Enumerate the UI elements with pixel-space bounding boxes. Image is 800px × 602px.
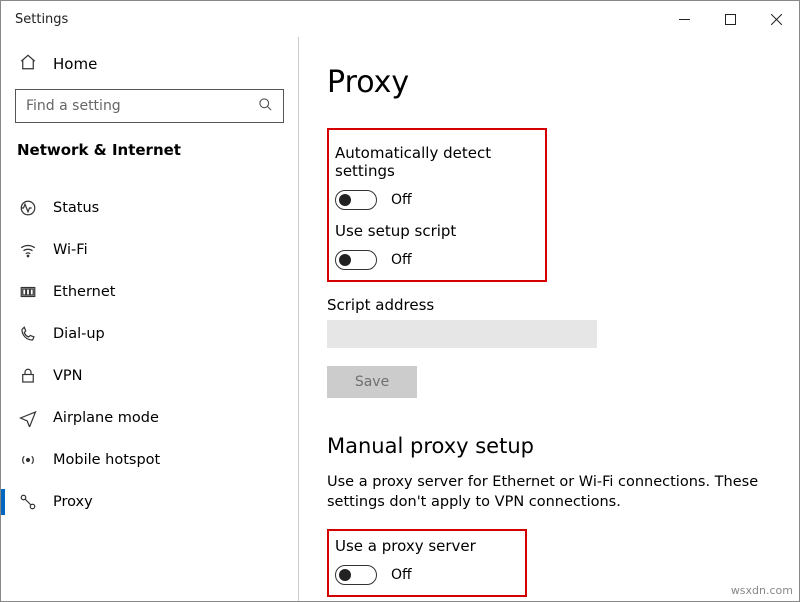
content-pane: Proxy Automatically detect settings Off … xyxy=(299,37,799,601)
auto-detect-label: Automatically detect settings xyxy=(335,144,525,180)
status-icon xyxy=(19,199,37,217)
sidebar-item-vpn[interactable]: VPN xyxy=(1,355,298,397)
sidebar-item-dialup[interactable]: Dial-up xyxy=(1,313,298,355)
sidebar-item-label: Ethernet xyxy=(53,284,115,300)
sidebar-item-proxy[interactable]: Proxy xyxy=(1,481,298,523)
script-address-input[interactable] xyxy=(327,320,597,348)
manual-setup-heading: Manual proxy setup xyxy=(327,434,771,458)
search-input[interactable] xyxy=(26,98,258,114)
use-proxy-label: Use a proxy server xyxy=(335,537,497,555)
sidebar-item-label: Dial-up xyxy=(53,326,105,342)
use-proxy-toggle[interactable] xyxy=(335,565,377,585)
maximize-button[interactable] xyxy=(707,1,753,37)
sidebar-item-label: Airplane mode xyxy=(53,410,159,426)
use-proxy-state: Off xyxy=(391,567,412,583)
nav-list: Status Wi-Fi Ethernet Dial-up xyxy=(1,187,298,523)
sidebar-item-ethernet[interactable]: Ethernet xyxy=(1,271,298,313)
minimize-button[interactable] xyxy=(661,1,707,37)
sidebar-item-status[interactable]: Status xyxy=(1,187,298,229)
wifi-icon xyxy=(19,241,37,259)
sidebar-item-label: Mobile hotspot xyxy=(53,452,160,468)
sidebar-item-airplane[interactable]: Airplane mode xyxy=(1,397,298,439)
highlight-box-auto: Automatically detect settings Off Use se… xyxy=(327,128,547,282)
airplane-icon xyxy=(19,409,37,427)
save-button[interactable]: Save xyxy=(327,366,417,398)
script-address-label: Script address xyxy=(327,296,771,314)
home-button[interactable]: Home xyxy=(1,47,298,89)
sidebar-item-hotspot[interactable]: Mobile hotspot xyxy=(1,439,298,481)
sidebar-item-label: Wi-Fi xyxy=(53,242,88,258)
search-box[interactable] xyxy=(15,89,284,123)
page-title: Proxy xyxy=(327,65,771,100)
ethernet-icon xyxy=(19,283,37,301)
hotspot-icon xyxy=(19,451,37,469)
home-icon xyxy=(19,53,37,75)
search-icon xyxy=(258,97,273,116)
sidebar-item-label: Proxy xyxy=(53,494,93,510)
auto-detect-state: Off xyxy=(391,192,412,208)
setup-script-label: Use setup script xyxy=(335,222,525,240)
sidebar-item-wifi[interactable]: Wi-Fi xyxy=(1,229,298,271)
manual-setup-description: Use a proxy server for Ethernet or Wi-Fi… xyxy=(327,472,767,513)
vpn-icon xyxy=(19,367,37,385)
setup-script-state: Off xyxy=(391,252,412,268)
category-heading: Network & Internet xyxy=(1,137,298,173)
sidebar-item-label: Status xyxy=(53,200,99,216)
close-button[interactable] xyxy=(753,1,799,37)
watermark: wsxdn.com xyxy=(731,584,793,597)
titlebar: Settings xyxy=(1,1,799,37)
window-title: Settings xyxy=(15,12,68,27)
setup-script-toggle[interactable] xyxy=(335,250,377,270)
auto-detect-toggle[interactable] xyxy=(335,190,377,210)
sidebar: Home Network & Internet Status Wi-Fi xyxy=(1,37,299,601)
proxy-icon xyxy=(19,493,37,511)
highlight-box-manual: Use a proxy server Off xyxy=(327,529,527,597)
home-label: Home xyxy=(53,55,97,73)
dialup-icon xyxy=(19,325,37,343)
sidebar-item-label: VPN xyxy=(53,368,83,384)
